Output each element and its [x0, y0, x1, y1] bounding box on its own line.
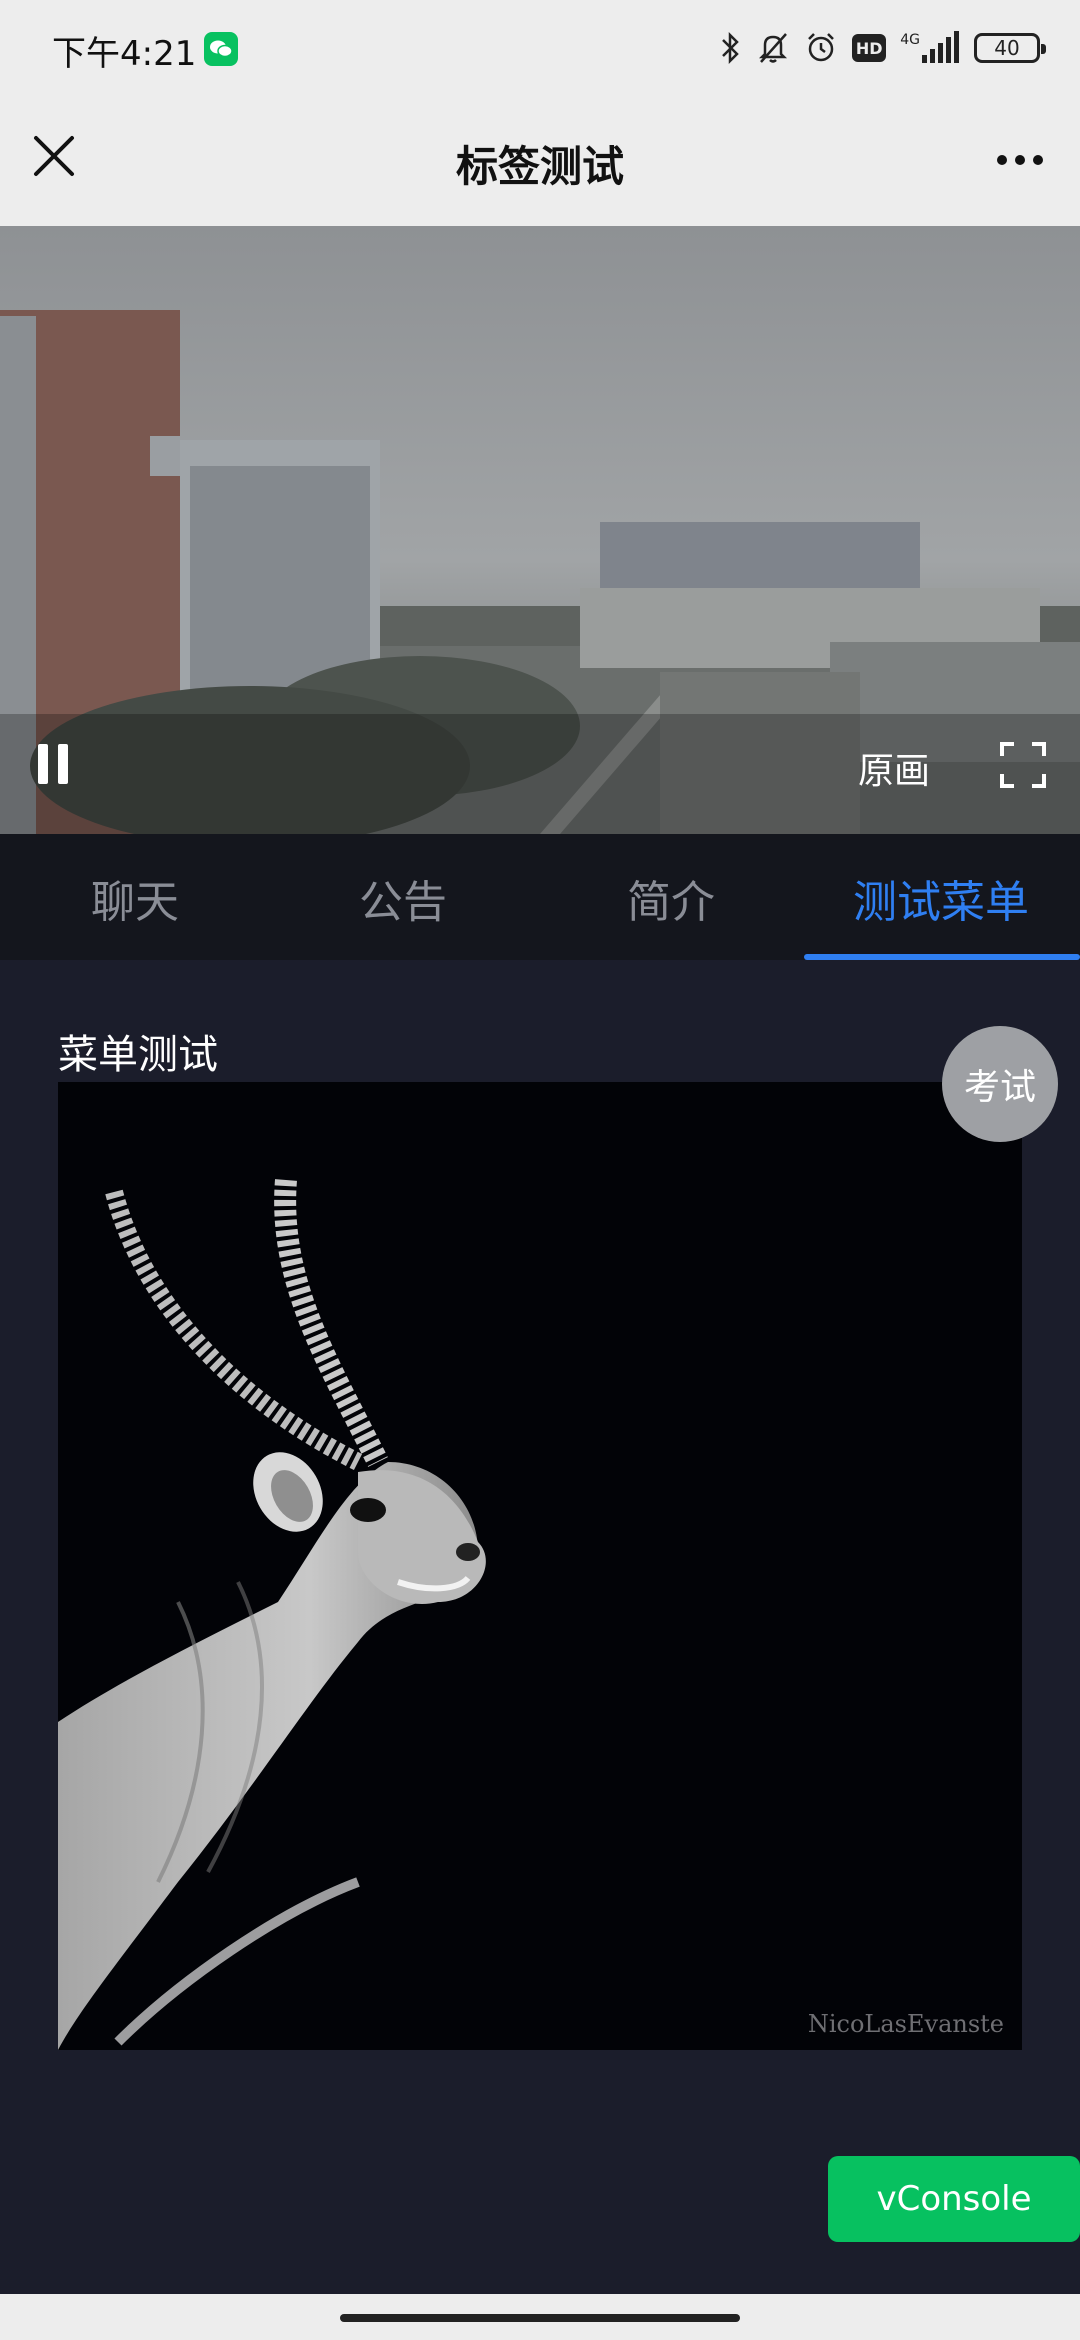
signal-icon: 4G: [900, 31, 960, 65]
status-icons: HD 4G 40: [720, 28, 1046, 68]
pause-bar-icon: [58, 744, 68, 784]
battery-icon: 40: [974, 33, 1046, 63]
pause-button[interactable]: [38, 744, 78, 788]
home-indicator[interactable]: [340, 2314, 740, 2322]
antelope-image: [58, 1179, 486, 2050]
tab-intro[interactable]: 简介: [536, 866, 806, 930]
more-options-button[interactable]: [988, 140, 1052, 180]
battery-level: 40: [994, 36, 1020, 60]
section-title: 菜单测试: [58, 1032, 218, 1078]
tab-chat[interactable]: 聊天: [0, 866, 270, 930]
alarm-icon: [804, 30, 838, 66]
tab-announcement[interactable]: 公告: [268, 866, 538, 930]
mute-bell-icon: [756, 30, 790, 66]
status-time: 下午4:21: [52, 34, 197, 74]
more-dot-icon: [1033, 155, 1043, 165]
status-bar: 下午4:21 HD 4G 40: [0, 0, 1080, 100]
menu-image: NicoLasEvanste: [58, 1082, 1022, 2050]
quality-button[interactable]: 原画: [858, 742, 930, 794]
tab-test-menu[interactable]: 测试菜单: [806, 866, 1076, 930]
network-label: 4G: [900, 32, 920, 48]
title-bar: 标签测试: [0, 100, 1080, 226]
video-player[interactable]: 原画: [0, 226, 1080, 834]
image-watermark: NicoLasEvanste: [807, 2010, 1004, 2038]
more-dot-icon: [1015, 155, 1025, 165]
wechat-notification-icon: [204, 32, 238, 66]
bluetooth-icon: [720, 30, 742, 66]
more-dot-icon: [997, 155, 1007, 165]
pause-bar-icon: [38, 744, 48, 784]
fullscreen-button[interactable]: [998, 740, 1048, 790]
tab-content: 菜单测试 NicoLasEvanste 考试 vConsole: [0, 960, 1080, 2294]
fullscreen-icon: [1000, 742, 1046, 788]
page-title: 标签测试: [455, 142, 624, 191]
tab-bar: 聊天 公告 简介 测试菜单: [0, 834, 1080, 960]
hd-icon: HD: [852, 34, 887, 62]
system-nav-bar: [0, 2294, 1080, 2340]
exam-floating-button[interactable]: 考试: [942, 1026, 1058, 1142]
vconsole-button[interactable]: vConsole: [828, 2156, 1080, 2242]
video-controls: 原画: [0, 714, 1080, 834]
